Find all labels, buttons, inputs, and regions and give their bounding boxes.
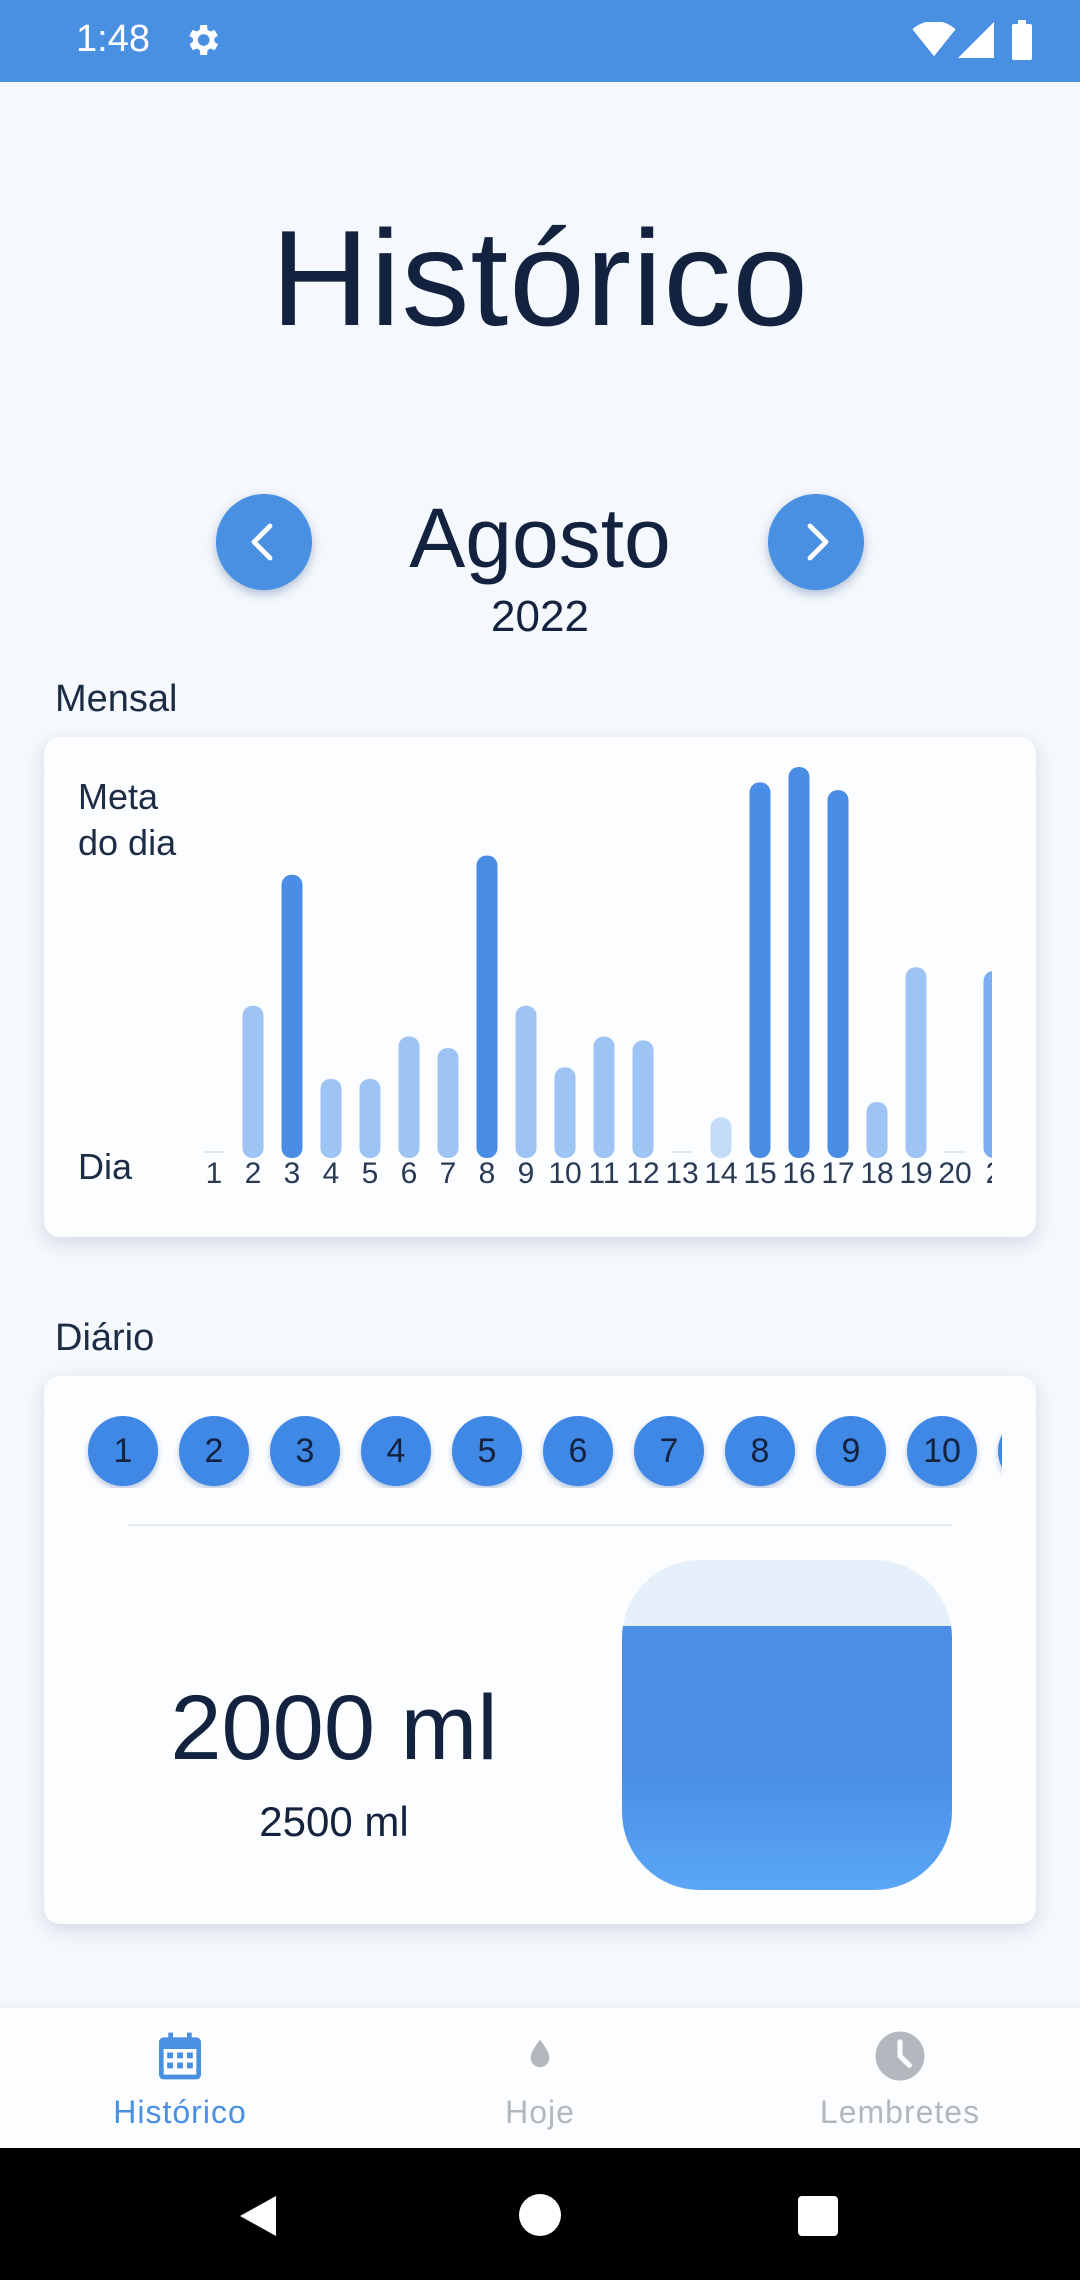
chart-bar <box>476 855 498 1158</box>
chart-tick-label: 17 <box>821 1157 854 1190</box>
chart-tick-label: 12 <box>626 1157 659 1190</box>
status-time: 1:48 <box>76 18 150 60</box>
calendar-icon <box>159 2032 201 2080</box>
chart-tick-label: 15 <box>743 1157 776 1190</box>
chart-bar <box>710 1117 732 1158</box>
day-chip[interactable]: 10 <box>907 1416 977 1486</box>
day-chip[interactable]: 6 <box>543 1416 613 1486</box>
month-navigator: Agosto 2022 <box>0 480 1080 660</box>
bottom-navigation: Histórico Hoje Lembretes <box>0 2008 1080 2148</box>
day-chip[interactable]: 2 <box>179 1416 249 1486</box>
chart-tick-label: 2 <box>986 1157 1003 1190</box>
status-icons <box>912 20 1042 64</box>
chart-tick-label: 3 <box>284 1157 301 1190</box>
status-bar: 1:48 <box>0 0 1080 82</box>
chart-bar <box>983 971 992 1158</box>
wifi-icon <box>912 22 956 57</box>
chart-ylabel-line1: Meta <box>78 776 159 817</box>
day-selector[interactable]: 1 2 3 4 5 6 7 8 9 10 <box>44 1416 1002 1488</box>
chart-xlabel: Dia <box>78 1146 133 1187</box>
clock-icon <box>875 2031 925 2081</box>
nav-label-hoje: Hoje <box>505 2094 575 2130</box>
nav-item-historico[interactable]: Histórico <box>0 2008 360 2148</box>
day-chip[interactable]: 4 <box>361 1416 431 1486</box>
chart-bar <box>437 1048 459 1158</box>
day-chip[interactable]: 5 <box>452 1416 522 1486</box>
day-chip[interactable]: 3 <box>270 1416 340 1486</box>
monthly-bar-chart: Meta do dia Dia 1 2 3 4 5 6 7 8 9 10 11 12 13 14 15 16 1… <box>78 767 1003 1190</box>
home-icon[interactable] <box>519 2194 561 2236</box>
chart-bar <box>515 1005 537 1158</box>
chart-tick-label: 7 <box>440 1157 457 1190</box>
chart-bar <box>281 874 303 1158</box>
day-chip[interactable]: 9 <box>816 1416 886 1486</box>
divider <box>128 1524 952 1526</box>
monthly-chart-card: Meta do dia Dia 1 2 3 4 5 6 7 8 9 10 11 12 13 14 15 16 1… <box>44 737 1036 1237</box>
chart-tick-label: 4 <box>323 1157 340 1190</box>
page-title: Histórico <box>271 202 809 354</box>
chart-tick-label: 9 <box>518 1157 535 1190</box>
chart-bar <box>632 1040 654 1158</box>
water-fill <box>622 1626 952 1890</box>
day-chip[interactable]: 1 <box>88 1416 158 1486</box>
signal-icon <box>958 22 994 58</box>
chart-tick-label: 16 <box>782 1157 815 1190</box>
chart-tick-label: 10 <box>548 1157 581 1190</box>
chart-bar <box>593 1036 615 1158</box>
chart-bar <box>398 1036 420 1158</box>
consumed-amount: 2000 ml <box>170 1677 498 1779</box>
chart-bar <box>905 967 927 1158</box>
next-month-button[interactable] <box>768 494 864 590</box>
chart-tick-label: 18 <box>860 1157 893 1190</box>
recents-icon[interactable] <box>798 2196 838 2236</box>
chart-bar <box>320 1078 342 1158</box>
chart-ylabel-line2: do dia <box>78 822 177 863</box>
chart-tick-label: 5 <box>362 1157 379 1190</box>
chart-bar <box>827 790 849 1158</box>
chart-bar <box>788 767 810 1158</box>
chart-tick-label: 6 <box>401 1157 418 1190</box>
day-chip-partial[interactable] <box>998 1416 1002 1486</box>
chart-tick-label: 8 <box>479 1157 496 1190</box>
chevron-right-icon <box>807 523 829 561</box>
month-label: Agosto <box>409 491 671 585</box>
chart-bar <box>749 782 771 1158</box>
nav-item-lembretes[interactable]: Lembretes <box>720 2008 1080 2148</box>
chart-tick-label: 14 <box>704 1157 737 1190</box>
back-icon[interactable] <box>236 2192 280 2240</box>
nav-item-hoje[interactable]: Hoje <box>360 2008 720 2148</box>
system-navigation-bar <box>0 2148 1080 2280</box>
chart-tick-label: 1 <box>206 1157 223 1190</box>
chart-tick-label: 13 <box>665 1157 698 1190</box>
chart-tick-label: 19 <box>899 1157 932 1190</box>
battery-icon <box>1012 20 1032 60</box>
chart-tick-label: 2 <box>245 1157 262 1190</box>
chart-tick-label: 11 <box>588 1157 619 1190</box>
nav-label-lembretes: Lembretes <box>819 2094 981 2130</box>
nav-label-historico: Histórico <box>113 2094 247 2130</box>
water-level-indicator <box>622 1560 952 1890</box>
goal-amount: 2500 ml <box>259 1798 409 1845</box>
daily-section-label: Diário <box>55 1317 155 1359</box>
monthly-section-label: Mensal <box>55 678 178 720</box>
chart-bar <box>554 1067 576 1158</box>
chart-bar <box>866 1101 888 1158</box>
chart-bar <box>242 1005 264 1158</box>
daily-card: 1 2 3 4 5 6 7 8 9 10 2000 ml 2500 ml <box>44 1376 1036 1924</box>
gear-icon <box>189 25 218 55</box>
day-chip[interactable]: 8 <box>725 1416 795 1486</box>
chart-tick-label: 20 <box>938 1157 971 1190</box>
water-drop-icon <box>530 2039 550 2068</box>
day-chip[interactable]: 7 <box>634 1416 704 1486</box>
chart-bar <box>359 1078 381 1158</box>
year-label: 2022 <box>491 592 589 641</box>
